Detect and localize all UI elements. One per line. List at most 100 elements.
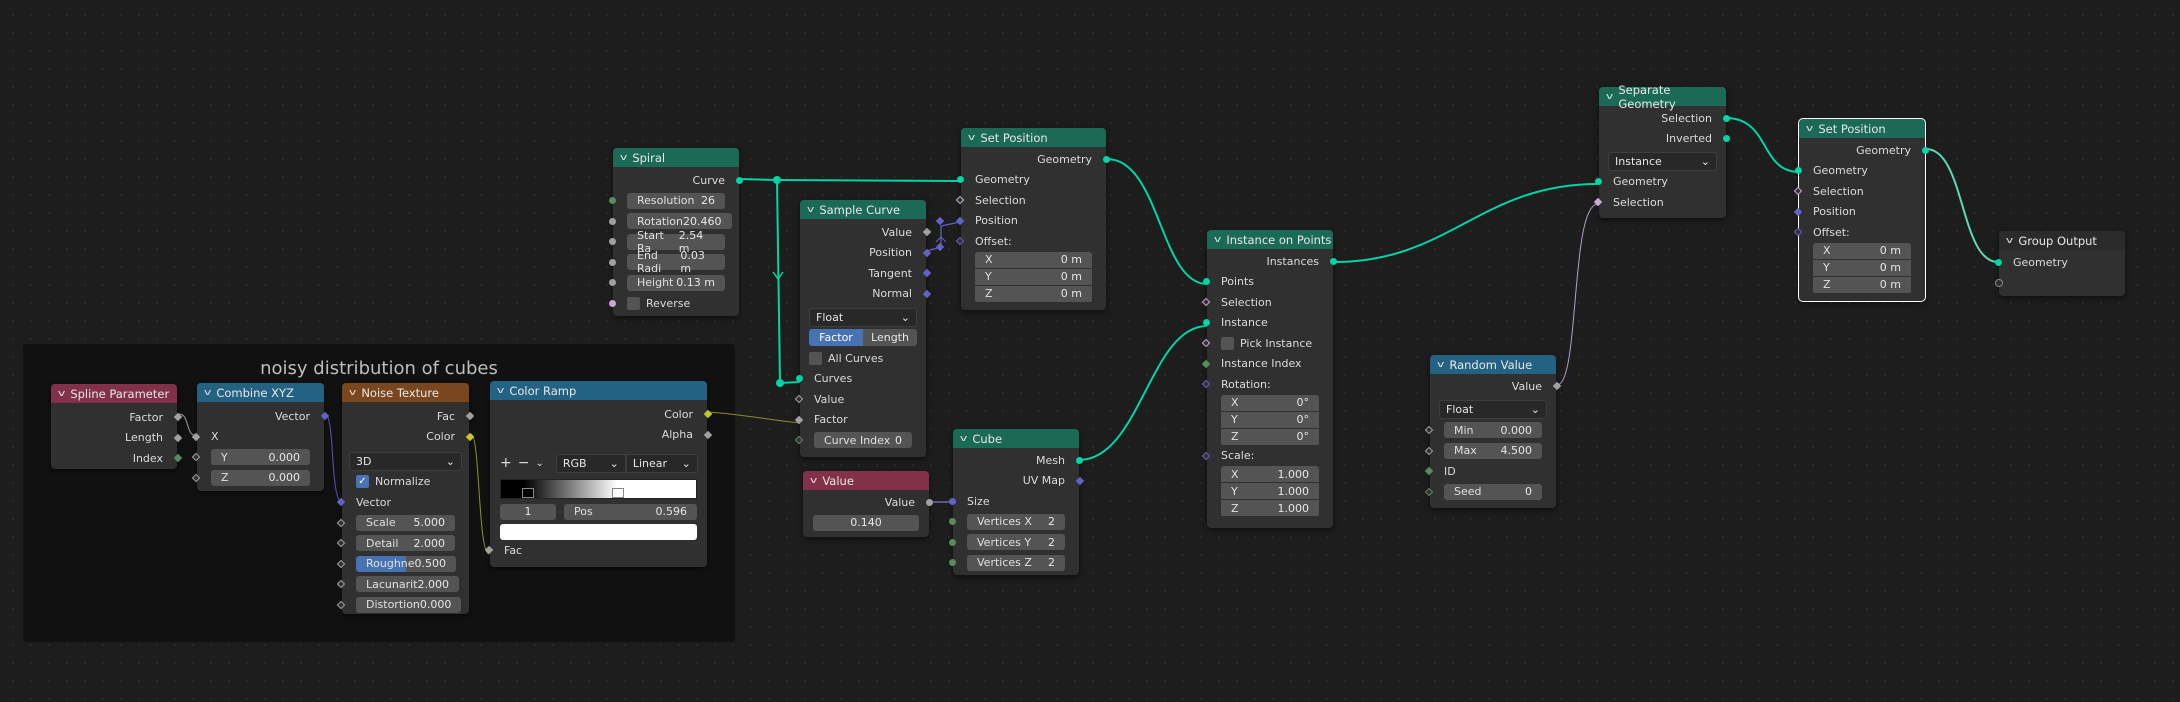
min-field[interactable]: Min 0.000 xyxy=(1444,422,1542,439)
node-noise-texture[interactable]: v Noise Texture Fac Color 3D ⌄ ✓ Normalize … xyxy=(336,383,475,614)
socket-geometry[interactable] xyxy=(1103,155,1110,163)
color-ramp-gradient[interactable] xyxy=(500,478,697,499)
stop-index-field[interactable]: 1 xyxy=(500,503,556,520)
node-header[interactable]: v Spline Parameter xyxy=(51,384,177,403)
rotation-field[interactable]: Rotation 20.460 xyxy=(627,213,732,230)
node-header[interactable]: v Separate Geometry xyxy=(1599,83,1726,111)
socket-float[interactable] xyxy=(609,258,616,266)
socket-geometry[interactable] xyxy=(1076,456,1083,464)
roughness-slider[interactable]: Roughne 0.500 xyxy=(356,555,457,572)
socket-float[interactable] xyxy=(609,238,616,246)
detail-field[interactable]: Detail 2.000 xyxy=(356,535,455,552)
socket-geometry[interactable] xyxy=(796,375,803,383)
node-header[interactable]: v Noise Texture xyxy=(342,383,469,402)
socket-float[interactable] xyxy=(926,498,933,506)
node-header[interactable]: v Value xyxy=(803,471,929,490)
normalize-checkbox[interactable]: ✓ xyxy=(356,475,369,489)
offset-y-field[interactable]: Y 0 m xyxy=(1813,259,1911,276)
distortion-field[interactable]: Distortion 0.000 xyxy=(356,596,462,613)
node-spline-parameter[interactable]: v Spline Parameter Factor Length Index xyxy=(51,384,183,469)
node-set-position-2[interactable]: v Set Position Geometry Geometry Selectio… xyxy=(1793,118,1929,302)
node-value[interactable]: v Value Value 0.140 xyxy=(803,471,933,537)
mode-length-button[interactable]: Length xyxy=(863,329,917,347)
color-stop-black[interactable] xyxy=(522,487,535,498)
socket-float[interactable] xyxy=(609,217,616,225)
socket-int[interactable] xyxy=(949,518,956,526)
vertices-z-field[interactable]: Vertices Z 2 xyxy=(967,554,1065,571)
max-field[interactable]: Max 4.500 xyxy=(1444,442,1542,459)
node-spiral[interactable]: v Spiral Curve Resolution 26 Rotation 20.46… xyxy=(609,148,743,316)
node-instance-on-points[interactable]: v Instance on Points Instances Points Sel… xyxy=(1201,230,1337,528)
offset-z-field[interactable]: Z 0 m xyxy=(975,285,1092,302)
chevron-down-icon[interactable]: v xyxy=(807,205,814,215)
vertices-x-field[interactable]: Vertices X 2 xyxy=(967,513,1065,530)
node-color-ramp[interactable]: v Color Ramp Color Alpha + − ⌄ RGB ⌄ Linea… xyxy=(484,381,713,567)
scale-field[interactable]: Scale 5.000 xyxy=(356,514,455,531)
socket-geometry[interactable] xyxy=(957,176,964,184)
chevron-down-icon[interactable]: v xyxy=(497,386,504,396)
domain-dropdown[interactable]: Instance ⌄ xyxy=(1608,151,1717,171)
curve-index-field[interactable]: Curve Index 0 xyxy=(814,432,912,449)
dimensions-dropdown[interactable]: 3D ⌄ xyxy=(349,451,462,471)
lacunarity-field[interactable]: Lacunarit 2.000 xyxy=(356,576,459,593)
chevron-down-icon[interactable]: v xyxy=(1806,124,1813,134)
node-header[interactable]: v Set Position xyxy=(1799,119,1925,138)
pick-instance-checkbox[interactable] xyxy=(1221,336,1234,350)
socket-geometry[interactable] xyxy=(1795,167,1802,175)
chevron-down-icon[interactable]: v xyxy=(58,389,65,399)
z-field[interactable]: Z 0.000 xyxy=(211,469,310,486)
rotation-z-field[interactable]: Z 0° xyxy=(1221,428,1319,445)
socket-int[interactable] xyxy=(949,559,956,567)
seed-field[interactable]: Seed 0 xyxy=(1444,483,1542,500)
stop-pos-field[interactable]: Pos 0.596 xyxy=(564,503,697,520)
node-header[interactable]: v Random Value xyxy=(1430,355,1556,374)
socket-geometry[interactable] xyxy=(736,176,743,184)
node-cube[interactable]: v Cube Mesh UV Map Size Vertices X 2 Verti… xyxy=(949,429,1085,575)
socket-vector[interactable] xyxy=(949,497,956,505)
socket-int[interactable] xyxy=(949,538,956,546)
scale-z-field[interactable]: Z 1.000 xyxy=(1221,500,1319,516)
chevron-down-icon[interactable]: v xyxy=(968,133,975,143)
socket-float[interactable] xyxy=(609,279,616,287)
offset-x-field[interactable]: X 0 m xyxy=(975,251,1092,268)
node-header[interactable]: v Set Position xyxy=(961,128,1106,147)
chevron-down-icon[interactable]: v xyxy=(349,388,356,398)
offset-x-field[interactable]: X 0 m xyxy=(1813,242,1911,259)
socket-geometry[interactable] xyxy=(1330,257,1337,265)
chevron-down-icon[interactable]: v xyxy=(2006,236,2013,246)
node-header[interactable]: v Group Output xyxy=(1999,231,2125,250)
height-field[interactable]: Height 0.13 m xyxy=(627,274,725,291)
offset-z-field[interactable]: Z 0 m xyxy=(1813,276,1911,293)
vertices-y-field[interactable]: Vertices Y 2 xyxy=(967,534,1065,551)
mode-factor-button[interactable]: Factor xyxy=(809,329,863,347)
data-type-dropdown[interactable]: Float ⌄ xyxy=(809,307,917,327)
node-header[interactable]: v Instance on Points xyxy=(1207,230,1333,249)
node-group-output[interactable]: v Group Output Geometry xyxy=(1995,231,2125,296)
add-stop-button[interactable]: + xyxy=(500,455,512,471)
all-curves-checkbox[interactable] xyxy=(809,351,822,365)
socket-geometry[interactable] xyxy=(1922,146,1929,154)
socket-geometry[interactable] xyxy=(1723,114,1730,122)
node-random-value[interactable]: v Random Value Value Float ⌄ Min 0.000 Max 4… xyxy=(1424,355,1562,508)
remove-stop-button[interactable]: − xyxy=(518,455,530,471)
socket-geometry[interactable] xyxy=(1203,278,1210,286)
scale-y-field[interactable]: Y 1.000 xyxy=(1221,483,1319,499)
chevron-down-icon[interactable]: v xyxy=(1214,235,1221,245)
chevron-down-icon[interactable]: v xyxy=(960,434,967,444)
resolution-field[interactable]: Resolution 26 xyxy=(627,192,725,209)
node-header[interactable]: v Cube xyxy=(953,429,1079,448)
chevron-down-icon[interactable]: v xyxy=(204,388,211,398)
end-radius-field[interactable]: End Radi 0.03 m xyxy=(627,249,725,275)
y-field[interactable]: Y 0.000 xyxy=(211,449,310,466)
socket-int[interactable] xyxy=(609,197,616,205)
socket-bool[interactable] xyxy=(609,299,616,307)
data-type-dropdown[interactable]: Float ⌄ xyxy=(1439,400,1547,420)
node-sample-curve[interactable]: v Sample Curve Value Position Tangent Nor… xyxy=(794,200,932,457)
reverse-checkbox[interactable] xyxy=(627,296,640,310)
socket-empty[interactable] xyxy=(1995,278,2003,287)
socket-geometry[interactable] xyxy=(1995,258,2002,266)
scale-x-field[interactable]: X 1.000 xyxy=(1221,466,1319,482)
socket-geometry[interactable] xyxy=(1595,178,1602,186)
node-header[interactable]: v Sample Curve xyxy=(800,200,926,219)
node-set-position-1[interactable]: v Set Position Geometry Geometry Selectio… xyxy=(955,128,1110,310)
